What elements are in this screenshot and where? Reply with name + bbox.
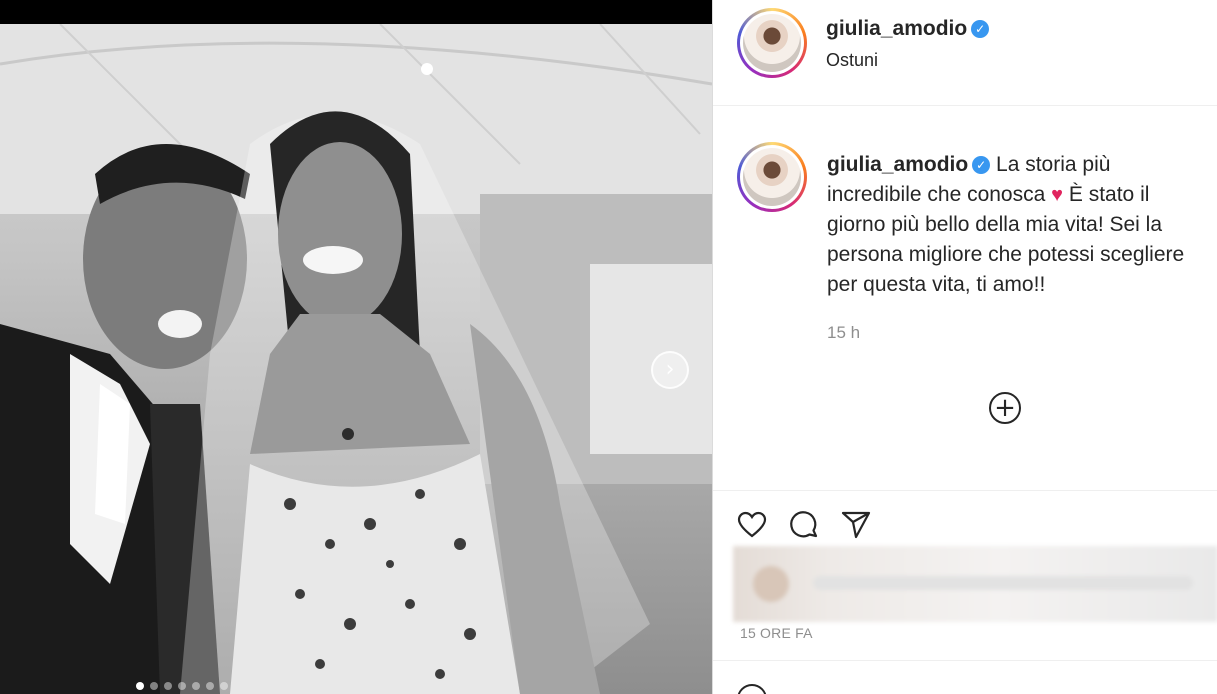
carousel-dot [164,682,172,690]
divider [713,490,1217,491]
avatar[interactable] [737,8,807,78]
carousel-dot [136,682,144,690]
post-date[interactable]: 15 ORE FA [740,625,813,641]
verified-badge-icon: ✓ [972,156,991,174]
post-actions [737,510,871,540]
carousel-dot [192,682,200,690]
post-header: giulia_amodio ✓ Ostuni [713,0,1217,106]
carousel-dot [150,682,158,690]
heart-outline-icon[interactable] [737,510,767,540]
carousel-dot [220,682,228,690]
caption-line: È stato il [1068,183,1150,206]
comment-bubble-icon[interactable] [789,510,819,540]
caption-line: persona migliore che potessi scegliere [827,243,1185,266]
header-username-link[interactable]: giulia_amodio ✓ [826,17,990,41]
carousel-indicator [136,682,228,690]
wedding-photo-illustration [0,24,712,694]
carousel-dot [178,682,186,690]
emoji-icon[interactable] [737,684,767,694]
next-slide-button[interactable]: › [651,351,689,389]
caption-username-link[interactable]: giulia_amodio [827,153,968,176]
post-photo[interactable]: › [0,24,712,694]
verified-badge-icon: ✓ [971,20,990,38]
username-text: giulia_amodio [826,17,968,40]
caption-timestamp[interactable]: 15 h [827,323,860,343]
location-link[interactable]: Ostuni [826,50,878,71]
caption-line: incredibile che conosca [827,183,1046,206]
red-heart-emoji-icon: ♥ [1051,184,1064,206]
caption-line: per questa vita, ti amo!! [827,273,1046,296]
chevron-right-icon: › [665,357,675,382]
divider [713,660,1217,661]
post-caption: giulia_amodio ✓ La storia più incredibile… [827,150,1217,300]
load-more-comments-button[interactable]: + [989,392,1021,424]
carousel-dot [206,682,214,690]
paper-plane-icon[interactable] [841,510,871,540]
plus-circle-icon: + [994,393,1016,423]
post-side-panel: giulia_amodio ✓ Ostuni giulia_amodio ✓ La … [712,0,1217,694]
likes-section-blurred [733,546,1217,622]
caption-avatar[interactable] [737,142,807,212]
caption-line: giorno più bello della mia vita! Sei la [827,213,1163,236]
caption-line: La storia più [996,153,1111,176]
